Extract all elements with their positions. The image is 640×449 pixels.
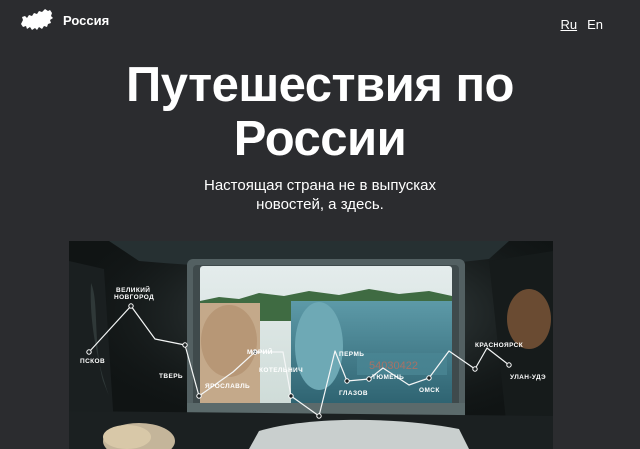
city-label-glazov: ГЛАЗОВ [339, 390, 368, 397]
route-dot-glazov [316, 413, 322, 419]
route-dot-tyumen [366, 376, 372, 382]
subtitle-line1: Настоящая страна не в выпусках [203, 177, 437, 194]
page-title-line1: Путешествия по [126, 58, 515, 112]
city-label-tyumen: ТЮМЕНЬ [372, 374, 404, 381]
page-title: Путешествия по России [0, 58, 640, 166]
lang-en-link[interactable]: En [587, 17, 603, 32]
page-title-line2: России [233, 112, 407, 166]
route-dot-yaroslavl [196, 393, 202, 399]
route-dot-krasnoyarsk [472, 366, 478, 372]
city-label-yaroslavl: ЯРОСЛАВЛЬ [205, 383, 250, 390]
route-dot-perm [344, 378, 350, 384]
city-label-perm: ПЕРМЬ [339, 351, 364, 358]
route-dot-omsk [426, 375, 432, 381]
city-label-mariy: МАРИЙ [247, 347, 273, 356]
city-label-ulan-ude: УЛАН-УДЭ [510, 374, 546, 381]
hero-photo-illustration: 54030422 ПСКОВ ВЕЛИКИЙ НОВГОРОД ТВЕРЬ ЯР… [69, 241, 553, 449]
logo-text: Россия [63, 12, 110, 28]
city-label-omsk: ОМСК [419, 387, 440, 394]
city-label-pskov: ПСКОВ [80, 358, 105, 365]
hero-photo: 54030422 ПСКОВ ВЕЛИКИЙ НОВГОРОД ТВЕРЬ ЯР… [69, 241, 553, 449]
route-dot-tver [182, 342, 188, 348]
city-label-krasnoyarsk: КРАСНОЯРСК [475, 342, 523, 349]
page-subtitle: Настоящая страна не в выпусках новостей,… [170, 176, 470, 214]
logo[interactable]: Россия [19, 7, 109, 33]
lang-ru-link[interactable]: Ru [560, 17, 577, 32]
city-label-novgorod-2: НОВГОРОД [114, 294, 154, 301]
route-dot-ulan-ude [506, 362, 512, 368]
city-label-novgorod-1: ВЕЛИКИЙ [116, 285, 150, 294]
city-label-tver: ТВЕРЬ [159, 373, 183, 380]
language-switcher: Ru En [560, 17, 603, 32]
route-dot-pskov [86, 349, 92, 355]
svg-text:54030422: 54030422 [369, 360, 418, 372]
route-dot-novgorod [128, 303, 134, 309]
subtitle-line2: новостей, а здесь. [256, 196, 384, 213]
russia-map-icon [21, 9, 53, 30]
city-label-kotelnich: КОТЕЛЬНИЧ [259, 367, 303, 374]
route-dot-kotelnich [288, 393, 294, 399]
